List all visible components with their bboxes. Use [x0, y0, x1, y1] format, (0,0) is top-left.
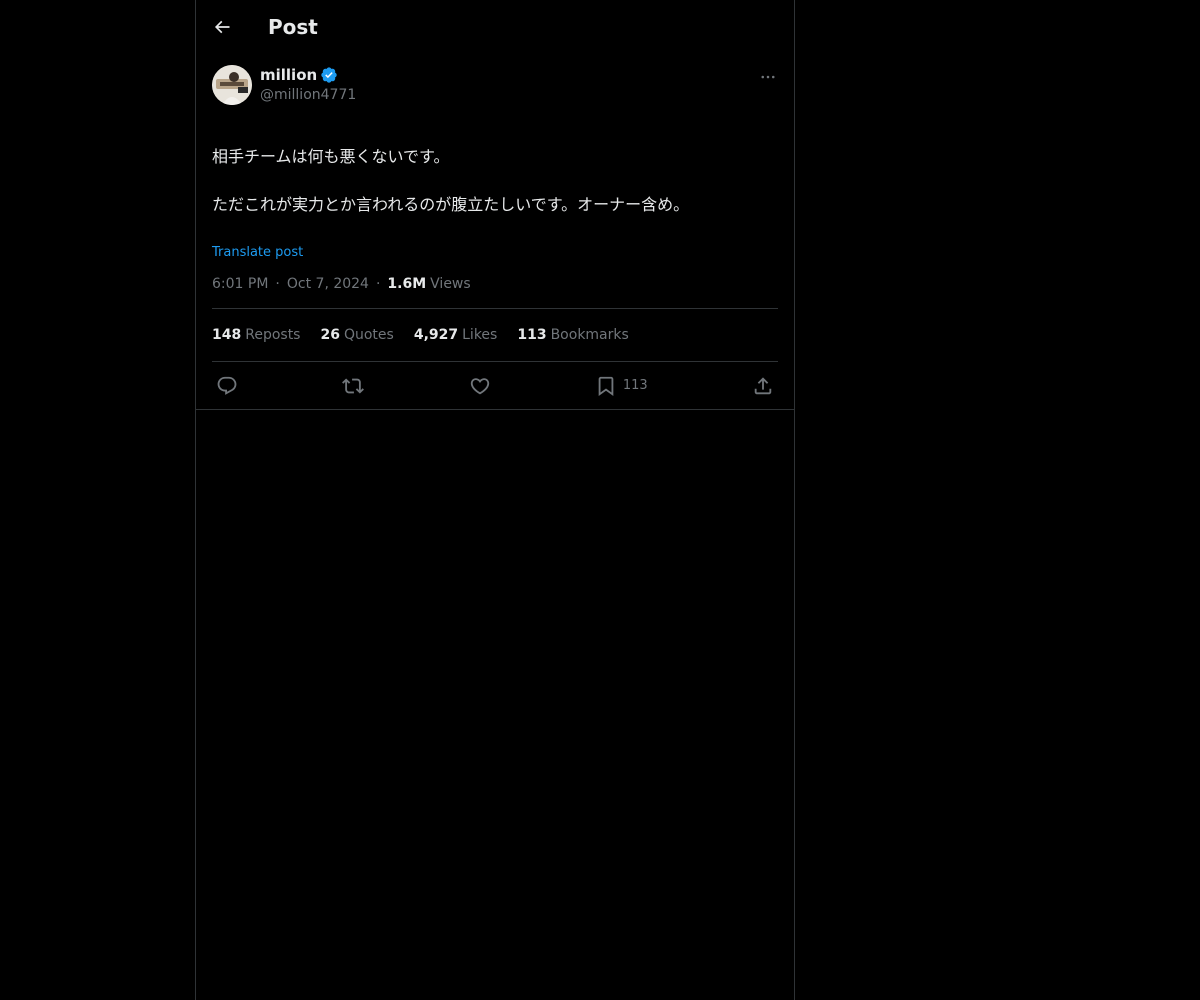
meta-separator: ·: [375, 276, 381, 292]
reposts-label: Reposts: [245, 327, 301, 343]
views-count: 1.6M: [387, 276, 427, 292]
share-icon: [754, 376, 772, 394]
post-text: 相手チームは何も悪くないです。 ただこれが実力とか言われるのが腹立たしいです。オ…: [212, 121, 778, 241]
quotes-count: 26: [320, 327, 340, 343]
likes-count: 4,927: [413, 327, 459, 343]
more-options-button[interactable]: [758, 67, 778, 87]
post-date[interactable]: Oct 7, 2024: [287, 276, 369, 292]
bookmarks-count: 113: [517, 327, 547, 343]
back-button[interactable]: [212, 17, 232, 37]
post-time[interactable]: 6:01 PM: [212, 276, 268, 292]
translate-post-link[interactable]: Translate post: [212, 245, 303, 260]
author-row: million @million4771: [212, 53, 778, 105]
reposts-stat[interactable]: 148 Reposts: [212, 327, 300, 343]
reply-button[interactable]: [216, 375, 238, 397]
post-detail: million @million4771 相手チームは何も悪くないです。 ただこ: [196, 53, 794, 409]
display-name[interactable]: million: [260, 65, 317, 85]
user-handle[interactable]: @million4771: [260, 85, 356, 105]
quotes-stat[interactable]: 26 Quotes: [320, 327, 393, 343]
bookmark-action-count: 113: [622, 378, 648, 393]
like-button[interactable]: [469, 375, 491, 397]
post-text-line-2: ただこれが実力とか言われるのが腹立たしいです。オーナー含め。: [212, 195, 690, 214]
post-text-line-1: 相手チームは何も悪くないです。: [212, 147, 450, 166]
more-horizontal-icon: [761, 75, 775, 79]
likes-label: Likes: [462, 327, 498, 343]
reply-icon: [217, 376, 237, 395]
like-icon: [470, 377, 489, 394]
quotes-label: Quotes: [343, 327, 394, 343]
name-line: million: [260, 65, 356, 85]
author-info: million @million4771: [260, 65, 356, 105]
post-meta: 6:01 PM · Oct 7, 2024 · 1.6M Views: [212, 276, 778, 308]
bookmarks-label: Bookmarks: [550, 327, 629, 343]
action-bar: 113: [212, 362, 778, 409]
views-label: Views: [430, 276, 471, 292]
meta-separator: ·: [275, 276, 280, 292]
reposts-count: 148: [212, 327, 242, 343]
avatar-image: [212, 65, 252, 105]
bookmark-icon: [598, 376, 614, 396]
share-button[interactable]: [752, 375, 774, 397]
bookmark-button[interactable]: 113: [595, 375, 648, 397]
avatar[interactable]: [212, 65, 252, 105]
repost-button[interactable]: [342, 375, 365, 397]
likes-stat[interactable]: 4,927 Likes: [414, 327, 498, 343]
verified-badge-icon: [321, 67, 337, 83]
arrow-left-icon: [214, 20, 230, 33]
page-title: Post: [268, 14, 318, 39]
page-header: Post: [196, 0, 794, 53]
engagement-stats: 148 Reposts 26 Quotes 4,927 Likes 113 Bookma…: [212, 309, 778, 361]
repost-icon: [342, 378, 365, 393]
post-bottom-border: [196, 409, 794, 410]
main-column: Post million @million4771 相手チームは何も悪くないです…: [195, 0, 795, 1000]
bookmarks-stat[interactable]: 113 Bookmarks: [517, 327, 628, 343]
